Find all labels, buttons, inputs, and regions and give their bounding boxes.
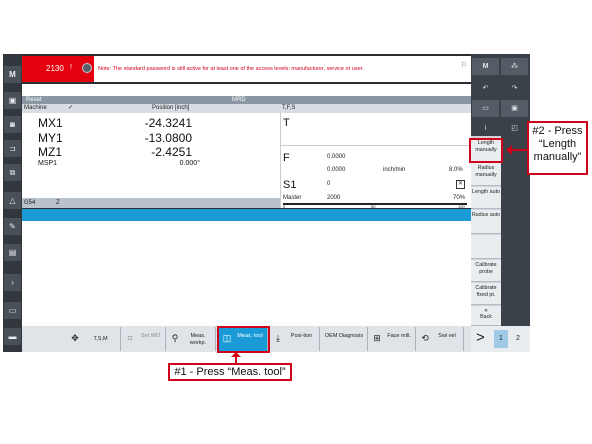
setup-icon[interactable]: ▤ [4,244,21,261]
tfs-header: T,F,S [280,104,471,113]
swivel-button[interactable]: ⟲ Swi vel [416,327,464,351]
face-mill-icon: ⊞ [373,333,381,343]
mode-bar: Reset MRD [22,96,471,104]
position-icon: ⤓ [276,333,280,343]
tfs-panel [280,113,471,208]
wrench-icon[interactable]: ✎ [4,218,21,235]
save-icon[interactable]: ▣ [501,100,528,117]
vertical-softkey-spacer [501,136,530,326]
axis-name: MSP1 [38,160,58,167]
reset-label: Reset [26,97,42,103]
radius-auto-button[interactable]: Radius auto [471,210,501,234]
plane-value: Z [56,200,60,206]
work-area [22,221,471,326]
calibrate-probe-button[interactable]: Calibrate probe [471,260,501,282]
feed-value: 0.0000 [327,154,346,160]
work-offset-value: G54 [24,200,36,206]
callout-step1: #1 - Press “Meas. tool” [168,363,292,381]
measure-workpiece-button[interactable]: ⚲ Meas. workp. [166,327,216,351]
axis-value: -24.3241 [144,116,192,130]
camera-icon[interactable]: ◰ [501,120,528,137]
expand-arrow-icon[interactable]: › [4,274,21,291]
alarm-number-box[interactable]: 2130 ! [22,56,94,82]
divider [280,145,471,146]
position-button[interactable]: ⤓ Posi-tion [269,327,320,351]
tsm-button[interactable]: ✥ T,S,M [66,327,121,351]
selection-bar [22,209,471,221]
oem-diagnosis-button[interactable]: OEM Diagnosis [320,327,368,351]
col-machine: Machine [24,105,47,111]
feed-override-value: 0.0000 [327,167,346,173]
program-icon[interactable]: ▣ [4,92,21,109]
length-auto-button[interactable]: Length auto [471,187,501,209]
channel-status-icon: ⚐ [461,62,468,69]
feed-unit: inch/min [383,167,406,173]
left-button-column: M ▣ ◙ ⊐ ⧉ △ ✎ ▤ › ▭ ▬ [3,54,22,352]
callout-step2: #2 - Press “Length manually” [527,121,588,175]
set-wo-button[interactable]: ⌗ Set WO [121,327,166,351]
undo-icon[interactable]: ↶ [472,80,499,97]
axis-name: MY1 [38,131,63,145]
program-manager-icon[interactable]: ⊐ [4,140,21,157]
keyboard-icon[interactable]: ▬ [4,328,21,345]
position-table-header: Machine ✓ Position [inch] [22,104,280,113]
page-1-button[interactable]: 1 [494,330,508,348]
calibrate-fixed-point-button[interactable]: Calibrate fixed pt. [471,283,501,305]
diagnosis-icon[interactable]: ⧉ [4,164,21,181]
page-2-button[interactable]: 2 [511,330,525,348]
swivel-icon: ⟲ [421,333,429,343]
parameter-icon[interactable]: ◙ [4,116,21,133]
info-icon[interactable]: i [472,120,499,137]
axis-name: MZ1 [38,145,62,159]
axis-value: -13.0800 [144,131,192,145]
mode-label: MRD [232,97,246,103]
machine-icon[interactable]: M [472,58,499,75]
col-position: Position [inch] [152,105,190,111]
set-wo-icon: ⌗ [127,333,133,343]
empty-softkey[interactable] [471,235,501,259]
alarm-triangle-icon[interactable]: △ [4,192,21,209]
radius-manually-button[interactable]: Radius manually [471,163,501,186]
window-icon[interactable]: ▭ [4,302,21,319]
window-layout-icon[interactable]: ▭ [472,100,499,117]
more-button[interactable]: > [476,329,485,346]
spindle-stop-icon: ✕ [456,180,465,189]
spindle-value: 0 [327,181,331,187]
feed-label: F [283,152,290,164]
tsm-icon: ✥ [71,333,79,343]
redo-icon[interactable]: ↷ [501,80,528,97]
master-value: 2000 [327,195,341,201]
highlight-length-manually [469,138,503,163]
back-button[interactable]: « Back [471,306,501,326]
highlight-meas-tool [217,326,270,353]
machine-area-button[interactable]: M [4,66,21,83]
alarm-number: 2130 [46,64,64,73]
grid-icon[interactable]: ⁂ [501,58,528,75]
axis-value: 0.000° [179,160,200,167]
work-offset-bar: G54 Z [22,198,280,208]
status-row [22,84,471,96]
alarm-clear-icon[interactable] [82,63,92,73]
alarm-message: Note: The standard password is still act… [98,66,364,72]
alarm-marker: ! [70,64,72,71]
spindle-label: S1 [283,179,297,191]
feed-percent: 8.0% [449,167,463,173]
face-mill-button[interactable]: ⊞ Face mill. [368,327,416,351]
tfs-title: T,F,S [282,105,296,111]
check-icon: ✓ [68,105,74,111]
measure-workpiece-icon: ⚲ [171,333,179,343]
axis-value: -2.4251 [151,145,192,159]
axis-name: MX1 [38,116,63,130]
master-label: Master [283,195,302,201]
tool-label: T [283,117,290,129]
master-percent: 70% [453,195,466,201]
softkey-pager: > 1 2 [471,326,530,352]
